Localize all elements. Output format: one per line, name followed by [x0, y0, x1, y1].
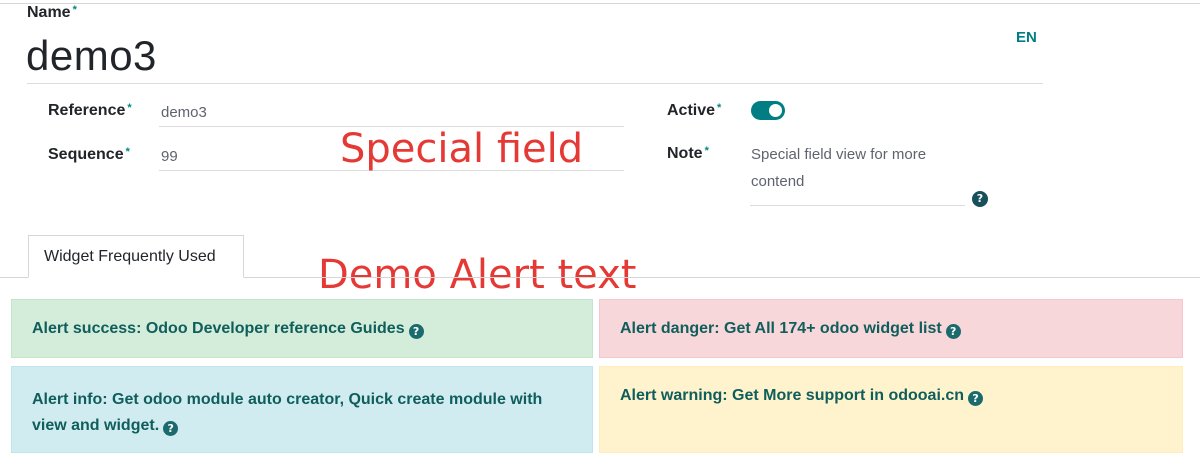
reference-label: Reference *	[48, 102, 132, 120]
alert-info-text[interactable]: Alert info: Get odoo module auto creator…	[32, 391, 542, 434]
sequence-label-text: Sequence	[48, 146, 124, 163]
note-label: Note *	[667, 145, 709, 163]
alert-success-text[interactable]: Alert success: Odoo Developer reference …	[32, 320, 405, 337]
alert-info: Alert info: Get odoo module auto creator…	[11, 366, 593, 453]
question-circle-icon[interactable]: ?	[408, 324, 424, 339]
demo-alert-annotation: Demo Alert text	[318, 252, 637, 298]
name-label: Name *	[27, 4, 77, 22]
sequence-input[interactable]: 99	[161, 148, 178, 165]
required-marker: *	[717, 102, 722, 114]
special-field-annotation: Special field	[340, 126, 584, 172]
alert-danger-text[interactable]: Alert danger: Get All 174+ odoo widget l…	[620, 320, 942, 337]
required-marker: *	[704, 145, 709, 157]
alert-success: Alert success: Odoo Developer reference …	[11, 299, 593, 358]
question-circle-icon[interactable]: ?	[972, 191, 988, 207]
toggle-knob	[769, 104, 782, 117]
reference-input[interactable]: demo3	[161, 104, 207, 121]
active-label-text: Active	[667, 102, 716, 119]
sequence-label: Sequence *	[48, 146, 130, 164]
alert-warning: Alert warning: Get More support in odooa…	[599, 366, 1183, 453]
note-text-line-2[interactable]: contend	[751, 173, 804, 190]
reference-label-text: Reference	[48, 102, 126, 119]
language-button[interactable]: EN	[1016, 29, 1037, 46]
note-label-text: Note	[667, 145, 703, 162]
question-circle-icon[interactable]: ?	[968, 391, 984, 406]
required-marker: *	[125, 146, 130, 158]
name-label-text: Name	[27, 4, 71, 21]
question-circle-icon[interactable]: ?	[945, 324, 961, 339]
top-divider	[0, 3, 1200, 4]
note-underline	[750, 205, 965, 206]
alert-danger: Alert danger: Get All 174+ odoo widget l…	[599, 299, 1183, 358]
required-marker: *	[127, 102, 132, 114]
tab-widget-frequently-used[interactable]: Widget Frequently Used	[28, 235, 244, 278]
alert-warning-text[interactable]: Alert warning: Get More support in odooa…	[620, 387, 964, 404]
name-input-underline	[27, 83, 1043, 84]
question-circle-icon[interactable]: ?	[163, 421, 179, 436]
note-text-line-1[interactable]: Special field view for more	[751, 146, 926, 163]
active-toggle[interactable]	[751, 101, 785, 120]
name-input[interactable]: demo3	[26, 32, 157, 80]
required-marker: *	[72, 4, 77, 16]
active-label: Active *	[667, 102, 721, 120]
